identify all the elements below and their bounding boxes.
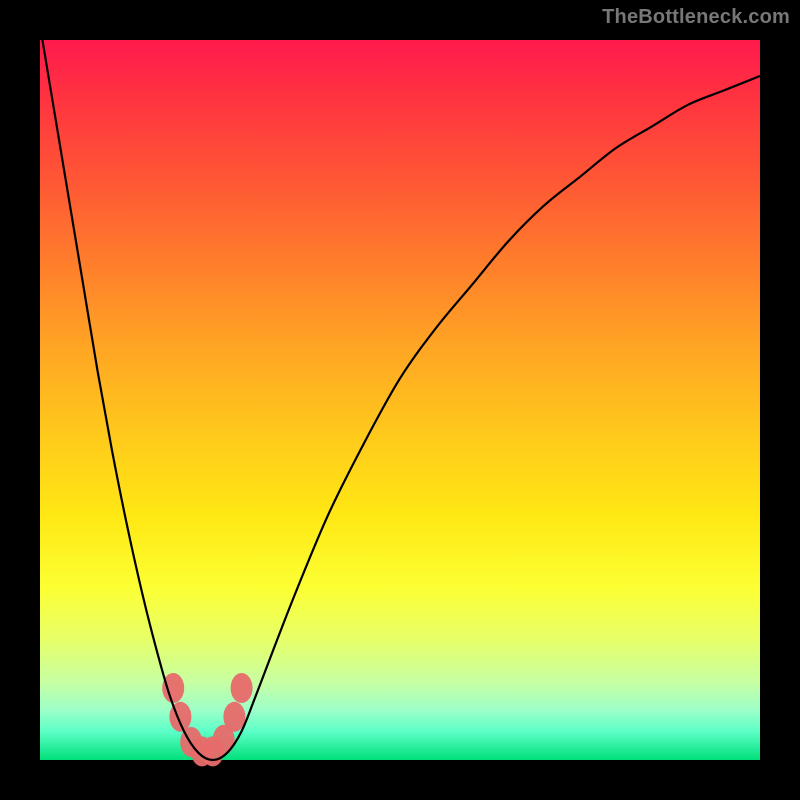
- plot-area: [40, 40, 760, 760]
- highlight-blob: [223, 702, 245, 732]
- bottleneck-curve: [40, 26, 760, 760]
- highlight-blob: [162, 673, 184, 703]
- highlight-blobs: [162, 673, 252, 766]
- highlight-blob: [231, 673, 253, 703]
- chart-frame: TheBottleneck.com: [0, 0, 800, 800]
- plot-svg: [40, 40, 760, 760]
- watermark-text: TheBottleneck.com: [602, 6, 790, 29]
